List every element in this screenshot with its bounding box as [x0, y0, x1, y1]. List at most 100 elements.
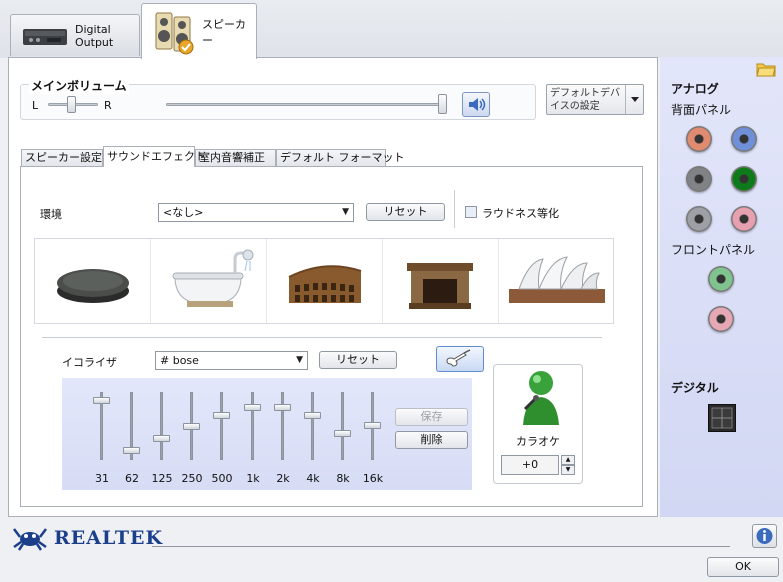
folder-icon[interactable]	[756, 61, 776, 80]
bathtub-icon	[151, 249, 267, 326]
environment-presets	[34, 238, 614, 324]
audio-jack[interactable]	[731, 206, 757, 232]
audio-jack[interactable]	[731, 166, 757, 192]
eq-band-track	[311, 392, 314, 460]
preset-opera-house[interactable]	[499, 239, 615, 323]
eq-band-label: 1k	[246, 472, 260, 485]
speakers-icon	[152, 9, 196, 55]
loudness-checkbox[interactable]	[465, 206, 477, 218]
preset-colosseum[interactable]	[267, 239, 383, 323]
karaoke-value-field[interactable]: +0	[501, 455, 559, 475]
preset-stone[interactable]	[35, 239, 151, 323]
main-volume-title: メインボリューム	[29, 77, 129, 94]
audio-jack[interactable]	[686, 206, 712, 232]
eq-band-thumb[interactable]	[364, 422, 381, 429]
balance-left-label: L	[32, 99, 39, 112]
volume-slider-thumb[interactable]	[438, 94, 447, 114]
realtek-brand: REALTEK	[54, 527, 163, 549]
audio-jack[interactable]	[708, 266, 734, 292]
karaoke-singer-icon	[517, 367, 561, 432]
eq-band-thumb[interactable]	[93, 397, 110, 404]
eq-band-thumb[interactable]	[274, 404, 291, 411]
equalizer-reset-button[interactable]: リセット	[319, 351, 397, 369]
tab-digital-output[interactable]: Digital Output	[10, 14, 140, 56]
divider	[454, 190, 455, 228]
eq-band-slider[interactable]	[183, 392, 200, 462]
balance-slider-thumb[interactable]	[67, 96, 76, 113]
speaker-volume-icon	[463, 98, 489, 119]
opera-house-icon	[499, 256, 615, 326]
eq-band-slider[interactable]	[93, 392, 110, 462]
environment-reset-button[interactable]: リセット	[366, 203, 445, 221]
eq-band-track	[251, 392, 254, 460]
eq-band-label: 31	[95, 472, 109, 485]
tab-label: Digital Output	[75, 22, 114, 49]
default-device-label: デフォルトデバイスの設定	[550, 88, 620, 112]
info-icon	[753, 528, 776, 550]
eq-band-slider[interactable]	[213, 392, 230, 462]
fireplace-icon	[383, 263, 499, 326]
divider	[152, 546, 730, 547]
eq-band-track	[220, 392, 223, 460]
audio-jack[interactable]	[731, 126, 757, 152]
guitar-eq-button[interactable]	[436, 346, 484, 372]
eq-band-label: 500	[211, 472, 233, 485]
tab-speakers[interactable]: スピーカー	[141, 3, 257, 59]
eq-band-slider[interactable]	[364, 392, 381, 462]
eq-band-slider[interactable]	[123, 392, 140, 462]
subtab-speaker-config[interactable]: スピーカー設定	[21, 149, 103, 167]
chevron-down-icon	[625, 85, 643, 114]
preset-living-room[interactable]	[383, 239, 499, 323]
eq-band-thumb[interactable]	[334, 430, 351, 437]
subtab-room-correction[interactable]: 室内音響補正	[195, 149, 276, 167]
guitar-icon	[437, 349, 483, 374]
eq-band-thumb[interactable]	[123, 447, 140, 454]
equalizer-delete-button[interactable]: 削除	[395, 431, 468, 449]
digital-port-icon[interactable]	[708, 404, 736, 432]
mute-button[interactable]	[462, 92, 490, 117]
eq-band-label: 16k	[362, 472, 384, 485]
karaoke-label: カラオケ	[516, 435, 560, 448]
eq-band-slider[interactable]	[244, 392, 261, 462]
rear-panel-label: 背面パネル	[671, 103, 732, 117]
eq-band-thumb[interactable]	[304, 412, 321, 419]
eq-band-slider[interactable]	[153, 392, 170, 462]
equalizer-selected: # bose	[160, 354, 199, 367]
eq-band-label: 62	[125, 472, 139, 485]
loudness-label: ラウドネス等化	[482, 207, 559, 220]
environment-selected: <なし>	[163, 206, 204, 219]
volume-slider-track	[166, 103, 446, 106]
info-button[interactable]	[752, 524, 777, 548]
digital-output-device-icon	[21, 23, 69, 49]
equalizer-select[interactable]: # bose ▼	[155, 351, 308, 370]
eq-band-slider[interactable]	[304, 392, 321, 462]
eq-band-thumb[interactable]	[183, 423, 200, 430]
eq-band-thumb[interactable]	[213, 412, 230, 419]
front-panel-label: フロントパネル	[671, 243, 756, 257]
subtab-default-format[interactable]: デフォルト フォーマット	[276, 149, 405, 167]
audio-jack[interactable]	[686, 126, 712, 152]
audio-jack[interactable]	[708, 306, 734, 332]
analog-title: アナログ	[671, 82, 719, 96]
chevron-down-icon: ▼	[342, 207, 349, 217]
eq-band-slider[interactable]	[274, 392, 291, 462]
karaoke-down-button[interactable]: ▼	[561, 465, 575, 475]
audio-jack[interactable]	[686, 166, 712, 192]
equalizer-save-button[interactable]: 保存	[395, 408, 468, 426]
chevron-down-icon: ▼	[296, 355, 303, 365]
karaoke-up-button[interactable]: ▲	[561, 455, 575, 465]
realtek-crab-logo	[11, 523, 49, 554]
ok-button[interactable]: OK	[707, 557, 779, 577]
eq-band-track	[281, 392, 284, 460]
eq-band-track	[341, 392, 344, 460]
eq-band-thumb[interactable]	[244, 404, 261, 411]
environment-select[interactable]: <なし> ▼	[158, 203, 354, 222]
eq-band-slider[interactable]	[334, 392, 351, 462]
tab-label: スピーカー	[202, 17, 246, 47]
subtab-sound-effects[interactable]: サウンドエフェクト	[103, 146, 206, 167]
digital-title: デジタル	[671, 381, 719, 395]
eq-band-label: 4k	[306, 472, 320, 485]
preset-bathroom[interactable]	[151, 239, 267, 323]
eq-band-thumb[interactable]	[153, 435, 170, 442]
default-device-button[interactable]: デフォルトデバイスの設定	[546, 84, 644, 115]
